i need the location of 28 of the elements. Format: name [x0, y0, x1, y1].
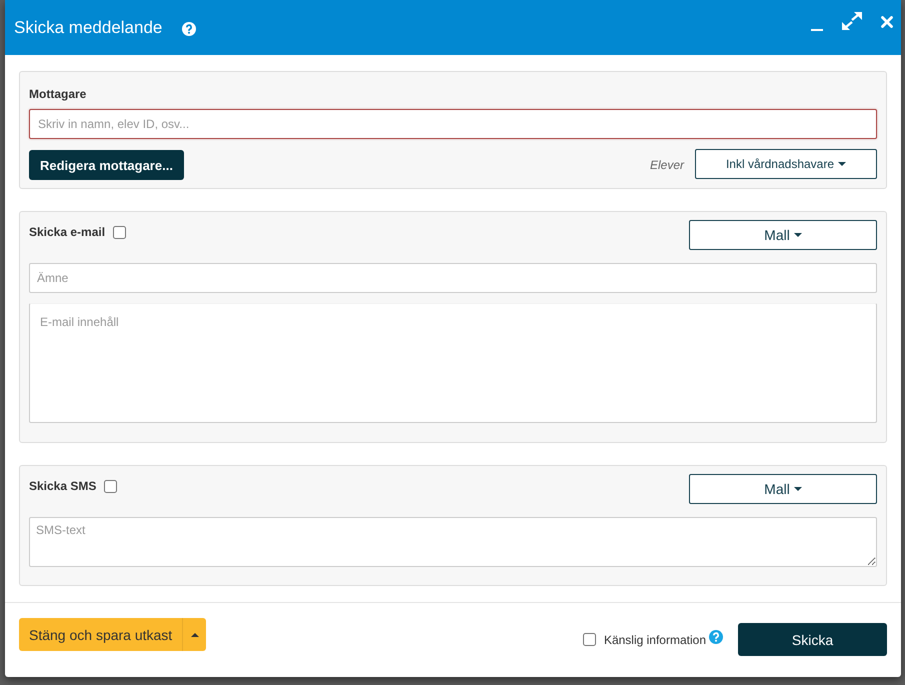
expand-icon[interactable] [842, 12, 862, 30]
email-label: Skicka e-mail [29, 224, 106, 241]
email-body-field[interactable]: E-mail innehåll [29, 303, 877, 423]
template-dropdown[interactable]: Mall [689, 474, 877, 504]
recipient-search-field[interactable]: Skriv in namn, elev ID, osv... [29, 109, 877, 139]
caret-icon [190, 632, 199, 636]
guardians-dropdown[interactable]: Inkl vårdnadshavare [695, 149, 877, 179]
sms-label: Skicka SMS [29, 478, 96, 495]
sms-checkbox[interactable] [104, 480, 118, 493]
caret-icon [838, 162, 846, 166]
close-icon[interactable] [881, 16, 893, 28]
group-label: Elever [650, 158, 684, 172]
email-checkbox[interactable] [113, 226, 126, 239]
window-title: Skicka meddelande [14, 18, 162, 38]
dropdown-toggle[interactable] [182, 618, 206, 651]
template-dropdown[interactable]: Mall [689, 220, 877, 250]
sms-text-field[interactable]: SMS-text [29, 517, 877, 567]
recipients-label: Mottagare [29, 86, 86, 103]
send-button[interactable]: Skicka [738, 623, 887, 656]
caret-icon [794, 233, 802, 237]
caret-icon [794, 487, 802, 491]
subject-field[interactable]: Ämne [29, 263, 877, 293]
sensitive-checkbox[interactable] [582, 633, 596, 646]
sensitive-label: Känslig information [604, 632, 706, 646]
help-icon[interactable] [182, 22, 196, 36]
save-draft-button[interactable]: Stäng och spara utkast [19, 618, 182, 651]
edit-recipients-button[interactable]: Redigera mottagare... [29, 150, 184, 180]
help-icon[interactable] [709, 630, 723, 644]
